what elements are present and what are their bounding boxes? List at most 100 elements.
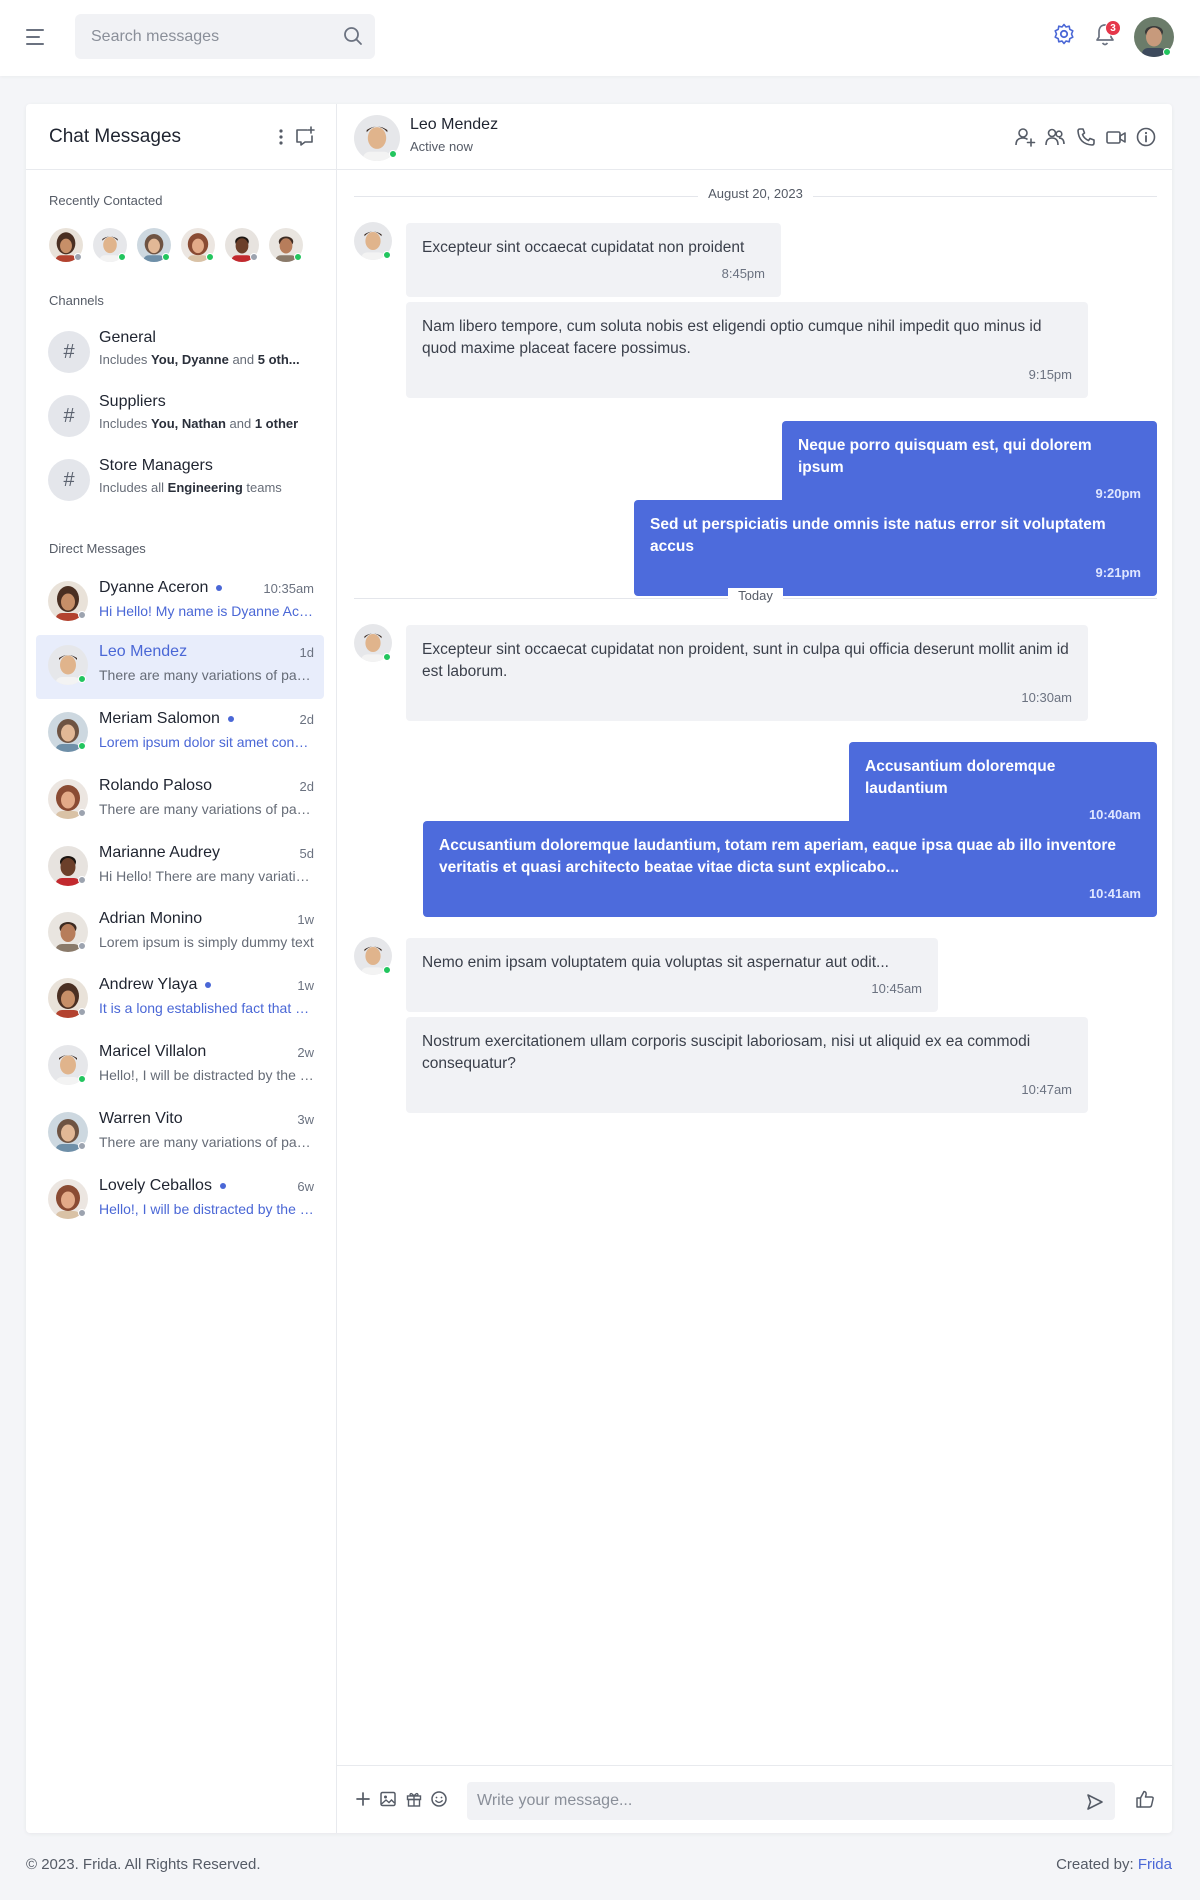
message-bubble: Accusantium doloremque laudantium, totam… bbox=[423, 821, 1157, 917]
message-text: Nostrum exercitationem ullam corporis su… bbox=[422, 1033, 1031, 1072]
hash-icon: # bbox=[48, 395, 90, 437]
search-icon[interactable] bbox=[343, 26, 363, 46]
author-link[interactable]: Frida bbox=[1138, 1856, 1172, 1873]
group-icon[interactable] bbox=[1044, 126, 1066, 148]
emoji-icon[interactable] bbox=[430, 1790, 448, 1808]
message-time: 8:45pm bbox=[721, 266, 765, 281]
dm-name: Marianne Audrey bbox=[99, 844, 220, 861]
channel-item[interactable]: # General Includes You, Dyanne and 5 oth… bbox=[36, 321, 326, 381]
recent-contact-avatar[interactable] bbox=[137, 228, 171, 262]
plus-icon[interactable] bbox=[354, 1790, 372, 1808]
channel-name: Suppliers bbox=[99, 393, 166, 410]
kebab-icon[interactable] bbox=[278, 128, 284, 146]
dm-item[interactable]: Maricel Villalon 2w Hello!, I will be di… bbox=[36, 1035, 324, 1099]
channel-item[interactable]: # Suppliers Includes You, Nathan and 1 o… bbox=[36, 385, 326, 445]
recent-contact-avatar[interactable] bbox=[269, 228, 303, 262]
channel-members: Includes You, Nathan and 1 other bbox=[99, 416, 299, 431]
channel-name: Store Managers bbox=[99, 457, 213, 474]
add-user-icon[interactable] bbox=[1014, 126, 1036, 148]
top-bar: 3 bbox=[0, 0, 1200, 76]
dm-preview: Hi Hello! My name is Dyanne Aceron bbox=[99, 603, 314, 619]
dm-item[interactable]: Meriam Salomon 2d Lorem ipsum dolor sit … bbox=[36, 702, 324, 766]
dm-preview: Lorem ipsum dolor sit amet consectetur bbox=[99, 734, 314, 750]
dm-preview: There are many variations of passages bbox=[99, 667, 314, 683]
dm-item[interactable]: Adrian Monino 1w Lorem ipsum is simply d… bbox=[36, 902, 324, 966]
search-input[interactable] bbox=[91, 14, 331, 59]
video-icon[interactable] bbox=[1105, 126, 1127, 148]
dm-preview: Lorem ipsum is simply dummy text bbox=[99, 934, 314, 950]
dm-name: Lovely Ceballos bbox=[99, 1177, 212, 1194]
footer-credit-label: Created by: bbox=[1056, 1856, 1138, 1873]
dm-item[interactable]: Warren Vito 3w There are many variations… bbox=[36, 1102, 324, 1166]
message-text: Nam libero tempore, cum soluta nobis est… bbox=[422, 318, 1042, 357]
avatar bbox=[48, 1179, 88, 1219]
dm-time: 1d bbox=[299, 645, 314, 660]
avatar bbox=[48, 1112, 88, 1152]
dm-item[interactable]: Leo Mendez 1d There are many variations … bbox=[36, 635, 324, 699]
dm-time: 2d bbox=[299, 779, 314, 794]
dm-item[interactable]: Dyanne Aceron 10:35am Hi Hello! My name … bbox=[36, 571, 324, 635]
message-composer bbox=[337, 1765, 1172, 1833]
message-text: Sed ut perspiciatis unde omnis iste natu… bbox=[650, 516, 1106, 555]
dm-time: 5d bbox=[299, 846, 314, 861]
message-time: 9:21pm bbox=[1095, 565, 1141, 580]
thumbs-up-icon[interactable] bbox=[1134, 1788, 1156, 1810]
message-time: 10:30am bbox=[1021, 690, 1072, 705]
date-divider: Today bbox=[354, 588, 1157, 608]
phone-icon[interactable] bbox=[1075, 126, 1097, 148]
date-divider-label: Today bbox=[728, 588, 783, 603]
gear-icon[interactable] bbox=[1052, 22, 1076, 46]
dm-preview: It is a long established fact that a rea… bbox=[99, 1000, 314, 1016]
channel-item[interactable]: # Store Managers Includes all Engineerin… bbox=[36, 449, 326, 509]
gift-icon[interactable] bbox=[405, 1790, 423, 1808]
recent-contact-avatar[interactable] bbox=[225, 228, 259, 262]
footer-copyright: © 2023. Frida. All Rights Reserved. bbox=[26, 1856, 261, 1873]
message-time: 10:45am bbox=[871, 981, 922, 996]
dm-name: Adrian Monino bbox=[99, 910, 203, 927]
info-icon[interactable] bbox=[1135, 126, 1157, 148]
dm-preview: Hello!, I will be distracted by the read… bbox=[99, 1067, 314, 1083]
search-box bbox=[75, 14, 375, 59]
avatar bbox=[48, 912, 88, 952]
date-divider: August 20, 2023 bbox=[354, 186, 1157, 206]
avatar bbox=[48, 978, 88, 1018]
hash-icon: # bbox=[48, 459, 90, 501]
hamburger-icon[interactable] bbox=[26, 28, 48, 46]
online-status-dot bbox=[1163, 48, 1171, 56]
dm-time: 3w bbox=[297, 1112, 314, 1127]
sidebar-header: Chat Messages bbox=[26, 104, 336, 170]
channels-label: Channels bbox=[49, 293, 104, 308]
notification-badge: 3 bbox=[1105, 20, 1121, 36]
send-icon[interactable] bbox=[1085, 1792, 1105, 1812]
avatar bbox=[48, 846, 88, 886]
message-text: Accusantium doloremque laudantium, totam… bbox=[439, 837, 1116, 876]
dm-preview: There are many variations of passages bbox=[99, 1134, 314, 1150]
avatar bbox=[354, 937, 392, 975]
recent-label: Recently Contacted bbox=[49, 193, 163, 208]
message-text: Nemo enim ipsam voluptatem quia voluptas… bbox=[422, 954, 889, 971]
unread-dot bbox=[219, 1182, 226, 1189]
dm-name: Meriam Salomon bbox=[99, 710, 220, 727]
avatar bbox=[48, 779, 88, 819]
recent-contact-avatar[interactable] bbox=[93, 228, 127, 262]
dm-item[interactable]: Andrew Ylaya 1w It is a long established… bbox=[36, 968, 324, 1032]
recent-contact-avatar[interactable] bbox=[181, 228, 215, 262]
compose-icon[interactable] bbox=[294, 126, 316, 148]
dm-time: 2d bbox=[299, 712, 314, 727]
recent-contact-avatar[interactable] bbox=[49, 228, 83, 262]
message-bubble: Nam libero tempore, cum soluta nobis est… bbox=[406, 302, 1088, 398]
avatar[interactable] bbox=[354, 115, 400, 161]
dm-name: Leo Mendez bbox=[99, 643, 188, 660]
dm-item[interactable]: Rolando Paloso 2d There are many variati… bbox=[36, 769, 324, 833]
hash-icon: # bbox=[48, 331, 90, 373]
message-input[interactable] bbox=[477, 1782, 1067, 1820]
image-icon[interactable] bbox=[379, 1790, 397, 1808]
avatar bbox=[48, 712, 88, 752]
dm-item[interactable]: Lovely Ceballos 6w Hello!, I will be dis… bbox=[36, 1169, 324, 1233]
dm-item[interactable]: Marianne Audrey 5d Hi Hello! There are m… bbox=[36, 836, 324, 900]
message-bubble: Nemo enim ipsam voluptatem quia voluptas… bbox=[406, 938, 938, 1012]
dm-name: Rolando Paloso bbox=[99, 777, 212, 794]
message-time: 10:41am bbox=[1088, 886, 1141, 901]
message-bubble: Excepteur sint occaecat cupidatat non pr… bbox=[406, 223, 781, 297]
sidebar-title: Chat Messages bbox=[49, 126, 182, 147]
